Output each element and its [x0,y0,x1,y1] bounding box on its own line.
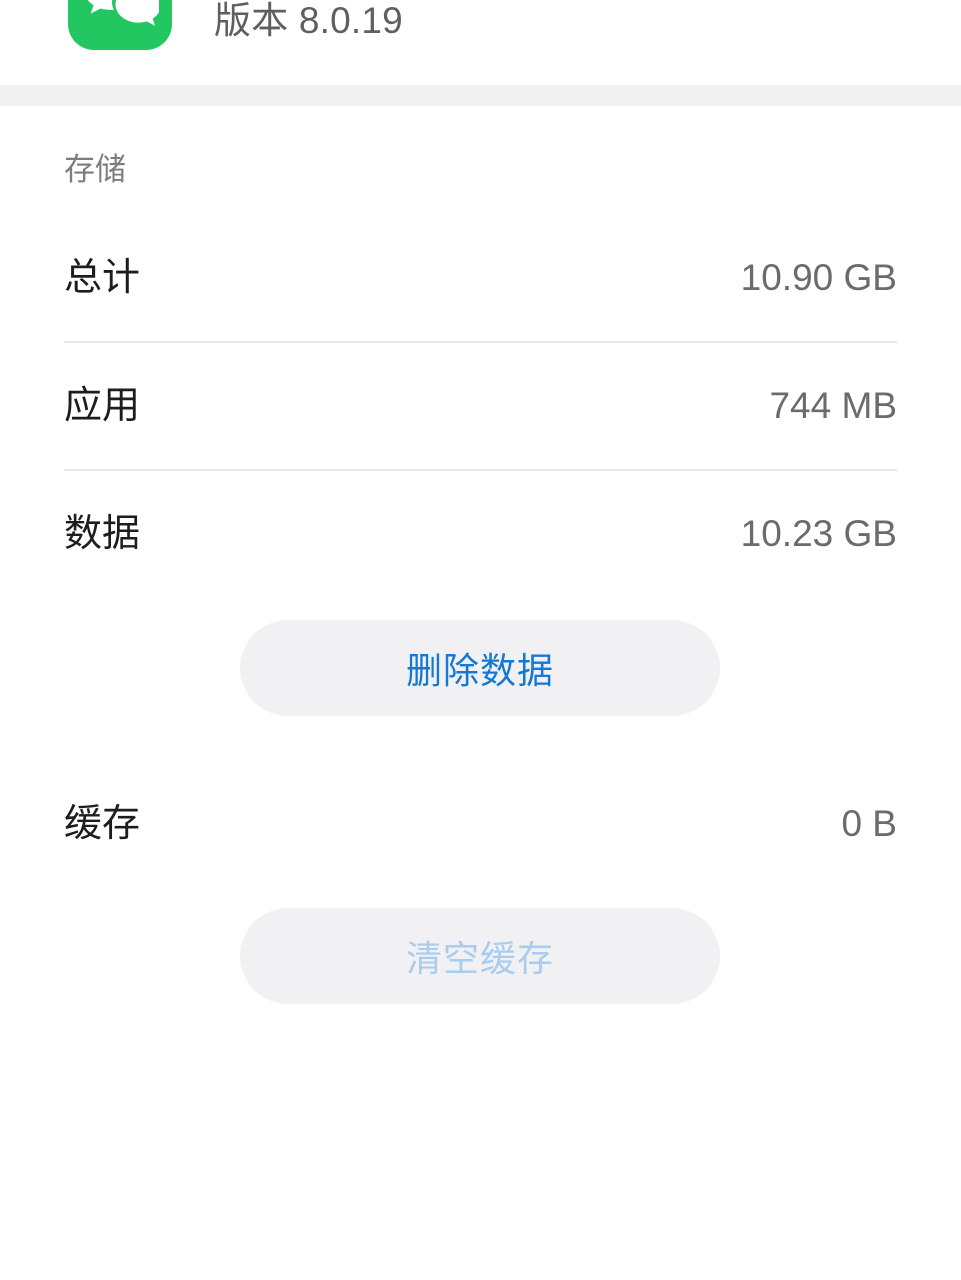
storage-row-app-value: 744 MB [769,385,897,426]
storage-row-data-value: 10.23 GB [740,513,897,554]
section-separator [0,85,961,106]
storage-row-data-label: 数据 [64,513,141,555]
storage-row-cache[interactable]: 缓存 0 B [0,760,961,888]
storage-row-cache-value: 0 B [841,803,897,844]
storage-row-total[interactable]: 总计 10.90 GB [0,214,961,342]
delete-data-button[interactable]: 删除数据 [240,620,720,716]
storage-section-title: 存储 [64,152,126,187]
storage-row-total-value: 10.90 GB [740,257,897,298]
storage-row-total-label: 总计 [64,257,141,299]
app-version-label: 版本 8.0.19 [214,0,403,41]
app-info-header: 版本 8.0.19 [0,0,961,85]
storage-row-app-label: 应用 [64,385,141,427]
storage-row-cache-label: 缓存 [64,803,141,845]
storage-row-data[interactable]: 数据 10.23 GB [0,470,961,598]
clear-cache-button[interactable]: 清空缓存 [240,908,720,1004]
wechat-app-icon [68,0,172,50]
storage-row-app[interactable]: 应用 744 MB [0,342,961,470]
